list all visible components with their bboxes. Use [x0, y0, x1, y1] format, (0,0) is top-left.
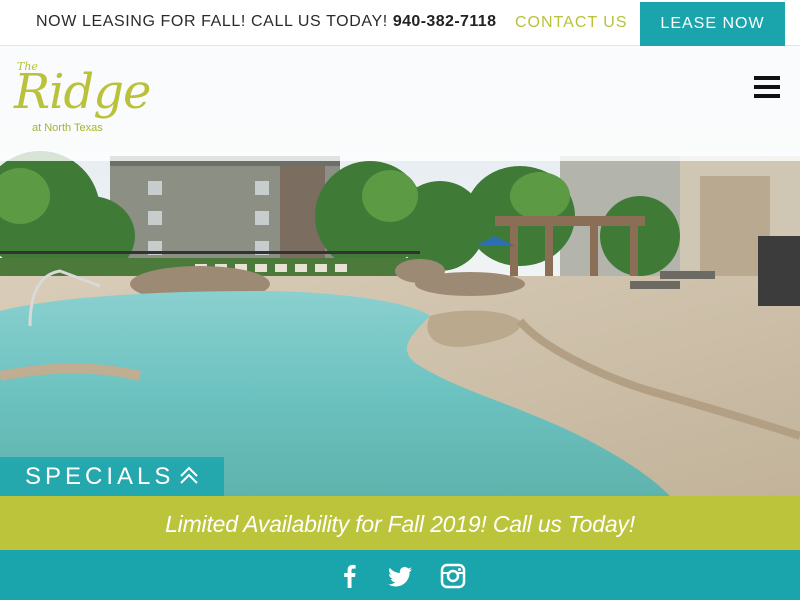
- specials-tab[interactable]: SPECIALS: [0, 457, 224, 496]
- page: NOW LEASING FOR FALL! CALL US TODAY! 940…: [0, 0, 800, 600]
- twitter-icon[interactable]: [386, 562, 414, 590]
- lease-now-button[interactable]: LEASE NOW: [640, 2, 785, 46]
- leasing-message-text: NOW LEASING FOR FALL! CALL US TODAY!: [36, 13, 388, 30]
- social-bar: [0, 550, 800, 600]
- double-chevron-up-icon: [178, 465, 200, 492]
- instagram-icon[interactable]: [439, 562, 467, 590]
- phone-link[interactable]: 940-382-7118: [393, 13, 497, 30]
- logo[interactable]: The Ridge at North Texas: [14, 60, 151, 150]
- leasing-message: NOW LEASING FOR FALL! CALL US TODAY! 940…: [36, 13, 496, 31]
- facebook-icon[interactable]: [336, 562, 364, 590]
- promo-text: Limited Availability for Fall 2019! Call…: [165, 511, 635, 537]
- contact-us-link[interactable]: CONTACT US: [515, 14, 628, 32]
- top-bar: NOW LEASING FOR FALL! CALL US TODAY! 940…: [0, 0, 800, 46]
- hamburger-menu-icon[interactable]: [754, 76, 782, 102]
- promo-banner: Limited Availability for Fall 2019! Call…: [0, 496, 800, 550]
- logo-name: Ridge: [14, 64, 151, 120]
- specials-label: SPECIALS: [25, 463, 175, 490]
- logo-subtitle: at North Texas: [32, 122, 103, 134]
